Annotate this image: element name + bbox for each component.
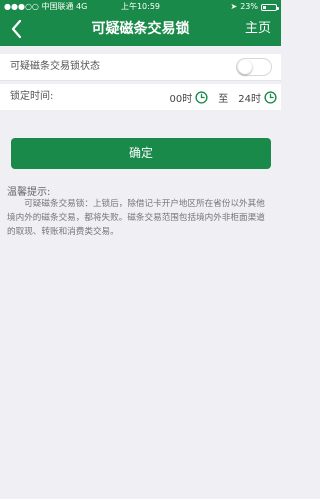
top-bar: ●●●○○ 中国联通 4G 上午10:59 ➤ 23% 可疑磁条交易锁 主页 — [0, 0, 281, 46]
tips-title: 温馨提示: — [7, 187, 51, 198]
time-range: 00时 至 24时 — [170, 84, 277, 110]
start-time-value: 00时 — [169, 93, 193, 105]
lock-time-label: 锁定时间: — [10, 91, 54, 102]
lock-status-label: 可疑磁条交易锁状态 — [10, 61, 100, 72]
end-time-picker[interactable]: 24时 — [238, 90, 277, 105]
tips-body: 可疑磁条交易锁：上锁后，除借记卡开户地区所在省份以外其他境内外的磁条交易，都将失… — [7, 199, 265, 237]
home-link[interactable]: 主页 — [245, 14, 271, 44]
battery-icon — [261, 3, 279, 11]
start-time-picker[interactable]: 00时 — [170, 90, 209, 105]
clock-icon — [195, 90, 208, 104]
battery-fill — [263, 5, 266, 9]
end-time-value: 24时 — [238, 93, 261, 105]
nav-bar: 可疑磁条交易锁 主页 — [0, 14, 281, 46]
toggle-knob — [238, 60, 252, 74]
lock-time-row: 锁定时间: 00时 至 24时 — [0, 84, 281, 110]
status-right: ➤ 23% — [230, 0, 279, 14]
status-bar: ●●●○○ 中国联通 4G 上午10:59 ➤ 23% — [0, 0, 281, 14]
location-icon: ➤ — [230, 2, 238, 11]
page-title: 可疑磁条交易锁 — [91, 21, 190, 37]
lock-status-toggle[interactable] — [236, 58, 272, 76]
confirm-button[interactable]: 确定 — [11, 138, 271, 169]
clock-icon — [264, 90, 277, 104]
time-separator: 至 — [218, 93, 229, 105]
battery-percent: 23% — [240, 2, 258, 11]
lock-status-row: 可疑磁条交易锁状态 — [0, 54, 281, 81]
